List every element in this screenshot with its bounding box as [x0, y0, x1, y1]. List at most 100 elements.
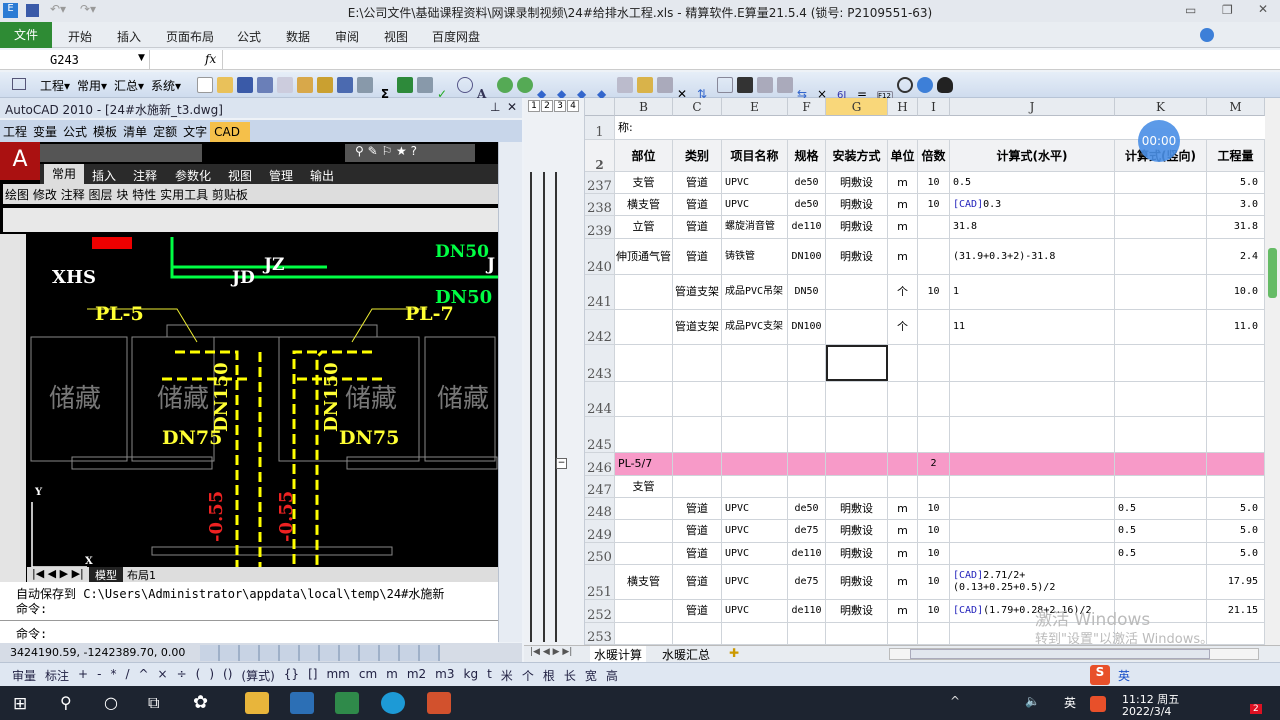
cell[interactable]: 管道	[673, 543, 722, 564]
tab-view[interactable]: 视图	[384, 28, 408, 45]
cell[interactable]: de110	[788, 543, 826, 564]
cell[interactable]	[788, 345, 826, 381]
row-number[interactable]: 249	[585, 520, 615, 542]
column-header[interactable]: G	[826, 98, 888, 116]
cell[interactable]	[615, 520, 673, 542]
cell[interactable]: 11	[950, 310, 1115, 344]
tab-formulas[interactable]: 公式	[237, 28, 261, 45]
tab-formula[interactable]: 公式	[60, 120, 90, 143]
cell[interactable]	[918, 417, 950, 452]
cell[interactable]: 5.0	[1207, 172, 1265, 193]
cell[interactable]: 横支管	[615, 194, 673, 215]
row-number[interactable]: 242	[585, 310, 615, 344]
cell[interactable]: (31.9+0.3+2)-31.8	[950, 239, 1115, 274]
minimize-button[interactable]: ▭	[1185, 3, 1196, 17]
cell[interactable]: 支管	[615, 172, 673, 193]
cell[interactable]: de110	[788, 216, 826, 238]
row-number[interactable]: 2	[585, 140, 615, 171]
cell[interactable]	[918, 476, 950, 497]
column-header[interactable]: J	[950, 98, 1115, 116]
cell[interactable]	[950, 382, 1115, 416]
cell[interactable]	[826, 310, 888, 344]
cell[interactable]: UPVC	[722, 172, 788, 193]
cell[interactable]: 0.5	[950, 172, 1115, 193]
menu-summary[interactable]: 汇总▾	[114, 77, 144, 94]
cell[interactable]: de75	[788, 520, 826, 542]
cell[interactable]	[1115, 216, 1207, 238]
cell[interactable]: m	[888, 498, 918, 519]
cell[interactable]: DN100	[788, 310, 826, 344]
cell[interactable]: 螺旋消音管	[722, 216, 788, 238]
save-all-icon[interactable]	[257, 77, 273, 93]
header-cell[interactable]: 计算式(水平)	[950, 140, 1115, 171]
grid-icon[interactable]	[717, 77, 733, 93]
cell[interactable]: 立管	[615, 216, 673, 238]
cell[interactable]: de50	[788, 194, 826, 215]
column-header[interactable]: K	[1115, 98, 1207, 116]
cell[interactable]	[1207, 453, 1265, 475]
cell[interactable]	[918, 623, 950, 644]
close-button[interactable]: ✕	[1258, 2, 1268, 16]
recording-timer[interactable]: 00:00	[1138, 120, 1180, 162]
help-icon[interactable]	[917, 77, 933, 93]
cell[interactable]: de75	[788, 565, 826, 599]
tab-layout1[interactable]: 布局1	[127, 567, 156, 583]
helper-item[interactable]: m	[386, 667, 398, 684]
windows-start-icon[interactable]: ⊞	[13, 694, 27, 714]
preview-icon[interactable]	[277, 77, 293, 93]
cell[interactable]: 1	[950, 275, 1115, 309]
row-number[interactable]: 240	[585, 239, 615, 274]
cell[interactable]: 明敷设	[826, 498, 888, 519]
panel-layers[interactable]: 图层	[89, 188, 113, 202]
column-header[interactable]: I	[918, 98, 950, 116]
pin-icon[interactable]: ⊥	[490, 100, 500, 114]
helper-item[interactable]: -	[97, 667, 101, 684]
layout-nav[interactable]: |◀ ◀ ▶ ▶|	[32, 567, 84, 580]
column-header[interactable]: H	[888, 98, 918, 116]
panel-block[interactable]: 块	[116, 188, 128, 202]
command-input[interactable]: 命令:	[16, 625, 47, 642]
outline-level-1[interactable]: 1	[528, 100, 540, 112]
cell[interactable]	[615, 600, 673, 622]
scroll-thumb[interactable]	[1268, 248, 1277, 298]
fx-icon[interactable]: fx	[205, 52, 216, 66]
cell[interactable]: 明敷设	[826, 216, 888, 238]
cell[interactable]: 管道	[673, 194, 722, 215]
cell[interactable]: 管道	[673, 520, 722, 542]
tab-baidu[interactable]: 百度网盘	[432, 28, 480, 45]
tab-text[interactable]: 文字	[180, 120, 210, 143]
cell[interactable]	[826, 382, 888, 416]
helper-item[interactable]: ^	[138, 667, 148, 684]
helper-item[interactable]: /	[125, 667, 129, 684]
cell[interactable]	[788, 382, 826, 416]
calc-icon[interactable]	[357, 77, 373, 93]
row-number[interactable]: 253	[585, 623, 615, 644]
cell[interactable]: 11.0	[1207, 310, 1265, 344]
cell[interactable]: 5.0	[1207, 498, 1265, 519]
row-number[interactable]: 248	[585, 498, 615, 519]
menu-common[interactable]: 常用▾	[77, 77, 107, 94]
column-header[interactable]: M	[1207, 98, 1265, 116]
cell[interactable]: 个	[888, 310, 918, 344]
row-number[interactable]: 243	[585, 345, 615, 381]
help-icon[interactable]	[1200, 28, 1214, 42]
drafting-toggles[interactable]	[200, 645, 440, 661]
cell[interactable]: 10.0	[1207, 275, 1265, 309]
cell[interactable]: 横支管	[615, 565, 673, 599]
cell[interactable]: UPVC	[722, 543, 788, 564]
cell[interactable]	[1207, 382, 1265, 416]
cell[interactable]: 2	[918, 453, 950, 475]
cell[interactable]	[788, 476, 826, 497]
cell[interactable]	[950, 520, 1115, 542]
cell[interactable]	[826, 345, 888, 381]
helper-item[interactable]: kg	[464, 667, 479, 684]
cell[interactable]	[918, 310, 950, 344]
cad-tab-view[interactable]: 视图	[228, 167, 252, 184]
tab-page-layout[interactable]: 页面布局	[166, 28, 214, 45]
helper-item[interactable]: (算式)	[241, 667, 274, 684]
helper-item[interactable]: t	[487, 667, 492, 684]
cell[interactable]	[826, 476, 888, 497]
ime-mode[interactable]: 英	[1118, 667, 1130, 684]
cell[interactable]	[1115, 453, 1207, 475]
undo-icon[interactable]	[337, 77, 353, 93]
